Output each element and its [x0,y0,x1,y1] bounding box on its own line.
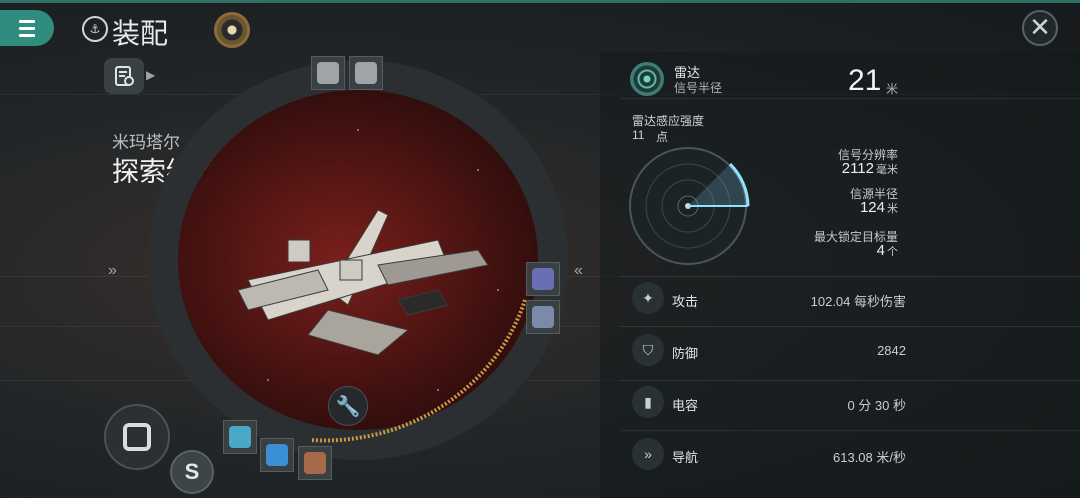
signature-radius-unit: 米 [886,82,899,96]
close-button[interactable]: ✕ [1022,10,1058,46]
signature-radius-value: 21 [848,64,882,97]
scanner-module-icon [532,268,554,290]
shield-icon: ⛉ [632,334,664,366]
skill-queue-button[interactable] [214,12,250,48]
fitting-list-icon [115,66,134,86]
max-targets-unit: 个 [887,246,898,258]
attack-value: 102.04 每秒伤害 [810,294,906,309]
menu-button[interactable] [0,10,54,46]
low-slot-2[interactable] [260,438,294,472]
capacity-arc [309,299,527,443]
top-accent-line [0,0,1080,3]
side-chevron-right-icon[interactable]: « [574,262,583,280]
expand-arrow-icon: ▶ [146,68,156,82]
fitting-emblem-icon: ⚓ [82,16,108,42]
signature-radius-label: 信号半径 [674,81,723,95]
scan-resolution-value: 2112 [841,160,874,177]
mid-slot-2[interactable] [526,300,560,334]
capacitor-value: 0 分 30 秒 [847,398,906,413]
navigation-label: 导航 [672,450,699,465]
capacitor-label: 电容 [672,398,699,413]
rig-module-icon [304,452,326,474]
sensor-strength-unit: 点 [656,130,669,144]
navigation-icon: » [632,438,664,470]
sensor-strength-label: 雷达感应强度 [632,114,705,128]
defense-label: 防御 [672,346,699,361]
radar-scope [629,147,750,265]
divider [620,276,1080,277]
targeting-range-value: 124 [859,199,885,216]
high-slot-2[interactable] [349,56,383,90]
navigation-value: 613.08 米/秒 [833,450,906,465]
drone-module-icon [266,444,288,466]
targeting-range-unit: 米 [887,203,898,215]
sensor-strength-value: 11 [632,128,645,142]
swap-ship-button[interactable]: S [170,450,214,494]
max-targets-value: 4 [876,242,885,259]
menu-icon [19,18,35,39]
divider [620,430,1080,431]
turret-icon: ✦ [632,282,664,314]
cube-icon [123,423,151,451]
turret-module-icon [317,62,339,84]
high-slot-1[interactable] [311,56,345,90]
scan-resolution-unit: 毫米 [876,164,898,176]
ship-hangar-button[interactable] [104,404,170,470]
defense-value: 2842 [877,343,906,358]
rig-slot-1[interactable] [298,446,332,480]
attack-label: 攻击 [672,294,699,309]
divider [620,326,1080,327]
booster-module-icon [532,306,554,328]
capacitor-icon: ▮ [632,386,664,418]
saved-fittings-button[interactable] [104,58,144,94]
scan-resolution: 2112 毫米 [842,160,898,177]
max-targets: 4个 [877,242,898,259]
wrench-icon[interactable]: 🔧 [328,386,368,426]
radar-icon [630,62,664,96]
turret-module-icon [355,62,377,84]
targeting-range: 124 米 [860,199,898,216]
low-slot-1[interactable] [223,420,257,454]
side-chevron-left-icon[interactable]: » [108,262,117,280]
divider [620,380,1080,381]
page-title: 装配 [112,17,169,50]
divider [620,98,1080,99]
armor-module-icon [229,426,251,448]
mid-slot-1[interactable] [526,262,560,296]
